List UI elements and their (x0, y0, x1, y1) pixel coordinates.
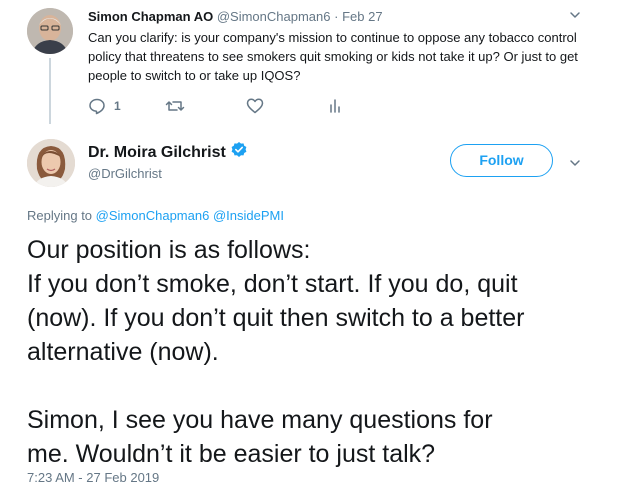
reply-button[interactable]: 1 (88, 96, 121, 116)
tweet-body-line: alternative (now). (27, 338, 219, 366)
tweet-body-line: me. Wouldn’t it be easier to just talk? (27, 440, 436, 468)
author-handle[interactable]: @SimonChapman6 (217, 9, 331, 24)
tweet-body-line: Our position is as follows: (27, 236, 311, 264)
like-button[interactable] (246, 96, 264, 116)
author-name[interactable]: Dr. Moira Gilchrist (88, 144, 226, 162)
avatar-image (27, 8, 73, 54)
mention-link[interactable]: @SimonChapman6 (96, 208, 210, 223)
parent-tweet[interactable]: Simon Chapman AO @SimonChapman6 · Feb 27… (0, 0, 625, 125)
reply-count: 1 (114, 99, 121, 113)
avatar[interactable] (27, 8, 73, 54)
mention-link[interactable]: @InsidePMI (213, 208, 284, 223)
thread-connector (49, 58, 51, 124)
tweet-header: Simon Chapman AO @SimonChapman6 · Feb 27 (88, 9, 383, 24)
tweet-text: Can you clarify: is your company's missi… (88, 30, 578, 83)
author-name-row: Dr. Moira Gilchrist (88, 141, 248, 164)
separator: · (334, 9, 339, 24)
verified-badge-icon (230, 141, 248, 164)
avatar[interactable] (27, 139, 75, 187)
author-name[interactable]: Simon Chapman AO (88, 9, 213, 24)
tweet-body-line: Simon, I see you have many questions for (27, 406, 493, 434)
analytics-button[interactable] (328, 96, 344, 116)
tweet-date[interactable]: Feb 27 (342, 9, 382, 24)
retweet-icon (165, 97, 185, 115)
tweet-body-line: (now). If you don’t quit then switch to … (27, 304, 525, 332)
chevron-down-icon[interactable] (568, 8, 582, 27)
replying-prefix: Replying to (27, 208, 93, 223)
paragraph-break (27, 369, 617, 403)
replying-to: Replying to @SimonChapman6 @InsidePMI (27, 208, 284, 223)
tweet-body: Our position is as follows: If you don’t… (27, 233, 617, 471)
retweet-button[interactable] (165, 96, 185, 116)
tweet-body-line: If you don’t smoke, don’t start. If you … (27, 270, 518, 298)
chevron-down-icon[interactable] (568, 156, 582, 175)
reply-icon (88, 97, 106, 115)
analytics-icon (328, 97, 344, 115)
avatar-image (27, 139, 75, 187)
follow-button[interactable]: Follow (450, 144, 553, 177)
tweet-actions: 1 (88, 96, 388, 118)
author-handle[interactable]: @DrGilchrist (88, 166, 162, 181)
like-icon (246, 97, 264, 115)
tweet-timestamp[interactable]: 7:23 AM - 27 Feb 2019 (27, 470, 159, 485)
